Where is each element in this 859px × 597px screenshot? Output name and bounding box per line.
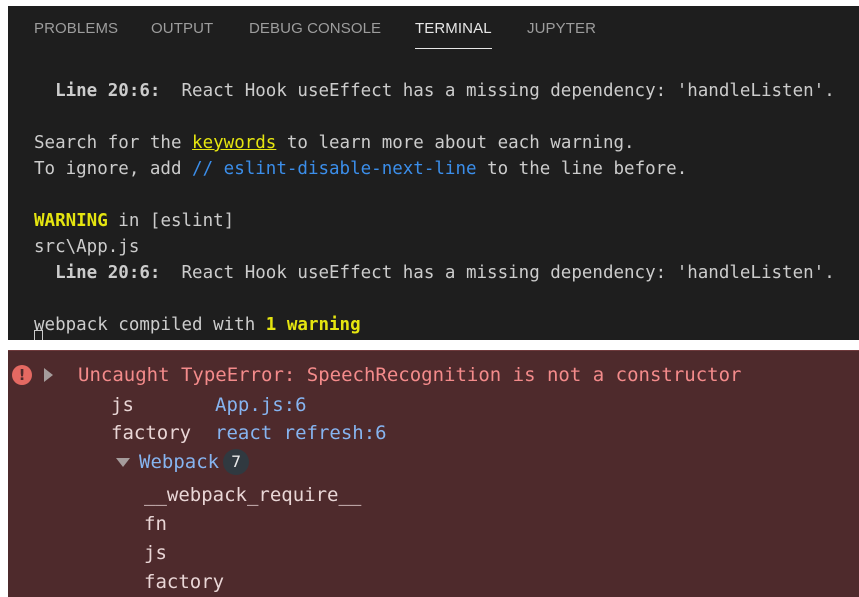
terminal-line: src\App.js [34,234,859,260]
tab-terminal[interactable]: TERMINAL [415,20,492,49]
tab-debug-console[interactable]: DEBUG CONSOLE [249,20,381,37]
stack-frame-name: js [144,542,167,564]
line-location: Line 20:6: [34,263,161,283]
line-message: React Hook useEffect has a missing depen… [160,81,835,101]
line-text: to learn more about each warning. [276,133,635,153]
eslint-disable-comment: // eslint-disable-next-line [192,159,477,179]
panel-tabs: PROBLEMS OUTPUT DEBUG CONSOLE TERMINAL J… [8,6,859,49]
group-label: Webpack [139,451,220,473]
terminal-line: Line 20:6: React Hook useEffect has a mi… [34,260,859,286]
warning-count: 1 warning [265,315,361,335]
warning-label: WARNING [34,211,108,231]
stack-frame-name: __webpack_require__ [144,484,362,506]
tab-output[interactable]: OUTPUT [151,20,213,37]
vscode-panel: PROBLEMS OUTPUT DEBUG CONSOLE TERMINAL J… [8,6,859,340]
terminal-cursor [34,330,43,340]
terminal-line: WARNING in [eslint] [34,208,859,234]
stack-frame-name: factory [111,422,192,444]
stack-frame-link[interactable]: App.js:6 [215,391,307,419]
error-text: Uncaught TypeError: SpeechRecognition is… [78,364,742,386]
tab-jupyter[interactable]: JUPYTER [527,20,596,37]
file-path: src\App.js [34,237,140,257]
tab-problems[interactable]: PROBLEMS [34,20,118,37]
terminal-line: Line 20:6: React Hook useEffect has a mi… [34,78,859,104]
stack-frame-name: factory [144,571,225,593]
line-text: webpack compiled with [34,315,266,335]
line-text: To ignore, add [34,159,193,179]
line-text: Search for the [34,133,193,153]
collapse-triangle-icon[interactable] [116,458,130,467]
stack-frame-link[interactable]: react refresh:6 [215,419,387,447]
terminal-output[interactable]: Line 20:6: React Hook useEffect has a mi… [34,78,859,340]
console-error-message: ! Uncaught TypeError: SpeechRecognition … [8,350,859,597]
expand-triangle-icon[interactable] [44,368,53,382]
error-icon: ! [12,365,32,385]
line-text: in [eslint] [107,211,235,231]
line-message: React Hook useEffect has a missing depen… [160,263,835,283]
stack-frame-name: fn [144,513,167,535]
group-count-badge: 7 [223,449,250,475]
terminal-line: Search for the keywords to learn more ab… [34,130,859,156]
webpack-group-toggle[interactable]: Webpack 7 [139,448,250,476]
line-text: to the line before. [476,159,688,179]
terminal-line: To ignore, add // eslint-disable-next-li… [34,156,859,182]
keywords-link[interactable]: keywords [192,133,276,153]
line-location: Line 20:6: [34,81,161,101]
stack-frame-name: js [111,394,134,416]
